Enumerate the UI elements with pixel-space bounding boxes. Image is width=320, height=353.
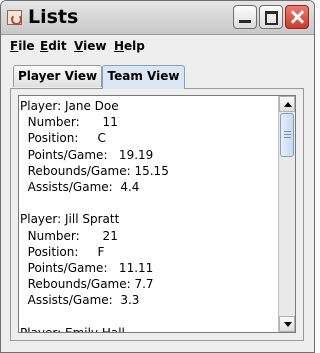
scroll-down-arrow-icon[interactable] <box>279 316 295 332</box>
grip-line <box>284 131 291 132</box>
tab-team-view[interactable]: Team View <box>102 65 185 89</box>
maximize-button[interactable] <box>259 5 283 29</box>
list-item[interactable] <box>20 195 278 211</box>
list-item[interactable]: Player: Jill Spratt <box>20 211 278 227</box>
list-item[interactable]: Player: Jane Doe <box>20 98 278 114</box>
menu-edit[interactable]: Edit <box>40 39 67 53</box>
vertical-scrollbar[interactable] <box>278 96 295 332</box>
grip-line <box>284 137 291 138</box>
list-item[interactable]: Player: Emily Hall <box>20 325 278 332</box>
main-window: Lists File Edit View Help Player View Te… <box>0 0 315 353</box>
list-item[interactable] <box>20 308 278 324</box>
window-title: Lists <box>28 6 79 28</box>
menu-view[interactable]: View <box>74 39 106 53</box>
scroll-up-arrow-icon[interactable] <box>279 96 295 112</box>
list-item[interactable]: Points/Game: 19.19 <box>20 147 278 163</box>
tab-player-view-label: Player View <box>17 69 98 83</box>
menu-help[interactable]: Help <box>114 39 145 53</box>
tab-player-view[interactable]: Player View <box>13 65 102 87</box>
list-item[interactable]: Assists/Game: 4.4 <box>20 179 278 195</box>
list-item[interactable]: Points/Game: 11.11 <box>20 260 278 276</box>
grip-line <box>284 134 291 135</box>
list-item[interactable]: Number: 21 <box>20 228 278 244</box>
list-item[interactable]: Number: 11 <box>20 114 278 130</box>
list-item[interactable]: Position: F <box>20 244 278 260</box>
menu-file[interactable]: File <box>10 39 35 53</box>
minimize-button[interactable] <box>233 5 257 29</box>
list-item[interactable]: Rebounds/Game: 15.15 <box>20 163 278 179</box>
list-item[interactable]: Position: C <box>20 130 278 146</box>
scroll-thumb[interactable] <box>280 113 294 157</box>
tab-team-view-label: Team View <box>107 69 180 83</box>
list-item[interactable]: Assists/Game: 3.3 <box>20 292 278 308</box>
close-button[interactable] <box>285 5 309 29</box>
java-cup-icon[interactable] <box>7 10 22 25</box>
menu-bar: File Edit View Help <box>1 35 314 57</box>
list-item[interactable]: Rebounds/Game: 7.7 <box>20 276 278 292</box>
team-list[interactable]: Player: Jane Doe Number: 11 Position: C … <box>18 95 296 333</box>
title-bar[interactable]: Lists <box>1 1 314 35</box>
team-list-lines: Player: Jane Doe Number: 11 Position: C … <box>20 98 278 332</box>
